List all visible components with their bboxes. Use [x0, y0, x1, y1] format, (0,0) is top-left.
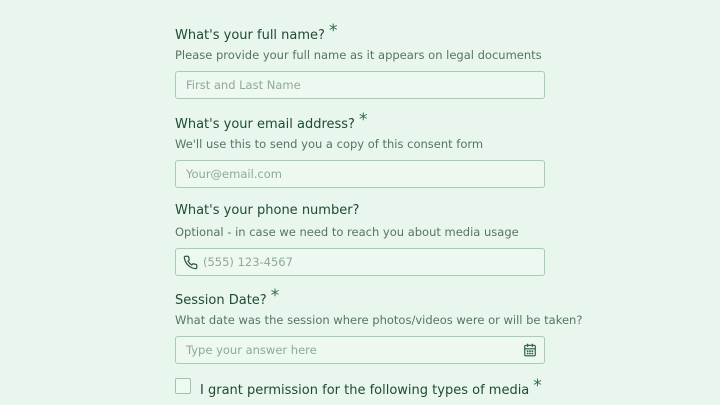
- email-label: What's your email address? *: [175, 112, 545, 133]
- calendar-icon[interactable]: [523, 343, 537, 357]
- session-date-input-box: [175, 336, 545, 364]
- required-marker: *: [358, 110, 368, 130]
- full-name-help: Please provide your full name as it appe…: [175, 48, 542, 62]
- session-date-help: What date was the session where photos/v…: [175, 313, 583, 327]
- email-field: What's your email address? * We'll use th…: [175, 112, 545, 188]
- phone-label: What's your phone number?: [175, 203, 545, 219]
- required-marker: *: [270, 286, 280, 306]
- full-name-input-box: [175, 71, 545, 99]
- email-help: We'll use this to send you a copy of thi…: [175, 137, 484, 151]
- phone-help: Optional - in case we need to reach you …: [175, 225, 519, 239]
- media-permission-row[interactable]: I grant permission for the following typ…: [175, 376, 545, 399]
- session-date-input[interactable]: [176, 337, 544, 363]
- phone-icon: [183, 255, 198, 270]
- full-name-label-text: What's your full name?: [175, 28, 325, 43]
- phone-input[interactable]: [176, 249, 544, 275]
- media-permission-checkbox[interactable]: [175, 378, 191, 394]
- required-marker: *: [533, 376, 542, 396]
- full-name-input[interactable]: [176, 72, 544, 98]
- email-input-box: [175, 160, 545, 188]
- full-name-field: What's your full name? * Please provide y…: [175, 23, 545, 99]
- session-date-field: Session Date? * What date was the session…: [175, 288, 583, 364]
- session-date-label: Session Date? *: [175, 288, 545, 309]
- phone-input-box: [175, 248, 545, 276]
- session-date-label-text: Session Date?: [175, 293, 267, 308]
- media-permission-label: I grant permission for the following typ…: [200, 376, 542, 399]
- full-name-label: What's your full name? *: [175, 23, 545, 44]
- phone-field: What's your phone number? Optional - in …: [175, 203, 545, 276]
- email-input[interactable]: [176, 161, 544, 187]
- required-marker: *: [328, 21, 338, 41]
- email-label-text: What's your email address?: [175, 117, 355, 132]
- phone-label-text: What's your phone number?: [175, 203, 360, 218]
- media-permission-label-text: I grant permission for the following typ…: [200, 383, 530, 398]
